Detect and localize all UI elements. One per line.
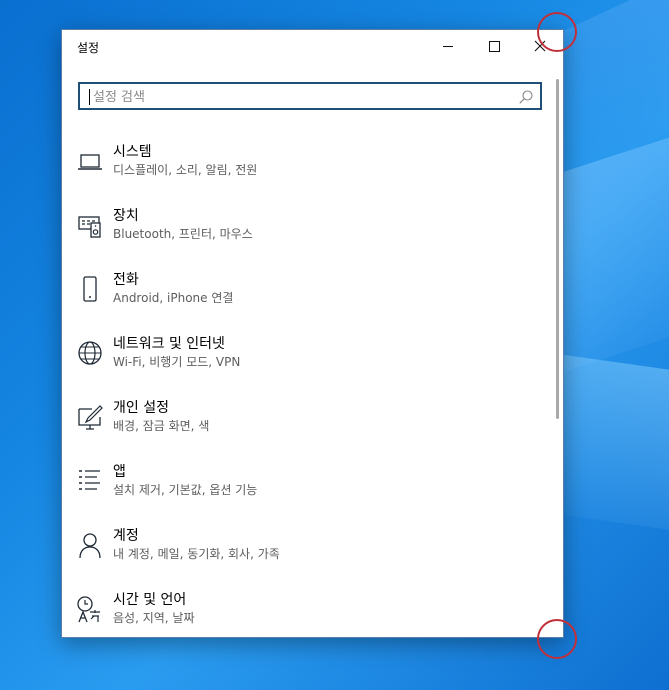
category-title: 장치 (113, 208, 139, 224)
apps-list-icon (79, 470, 100, 490)
category-title: 시간 및 언어 (113, 592, 187, 608)
scrollbar[interactable] (556, 79, 559, 419)
annotation-circle (537, 619, 577, 659)
annotation-circle (537, 12, 577, 52)
category-subtitle: Wi-Fi, 비행기 모드, VPN (113, 355, 241, 369)
category-apps[interactable]: 앱 설치 제거, 기본값, 옵션 기능 (62, 461, 552, 521)
text-caret (89, 89, 90, 105)
category-devices[interactable]: 장치 Bluetooth, 프린터, 마우스 (62, 205, 552, 265)
search-box[interactable] (78, 82, 542, 110)
paint-brush-icon (78, 405, 103, 430)
category-subtitle: 배경, 잠금 화면, 색 (113, 419, 210, 433)
category-network-internet[interactable]: 네트워크 및 인터넷 Wi-Fi, 비행기 모드, VPN (62, 333, 552, 393)
category-title: 앱 (113, 464, 126, 480)
category-system[interactable]: 시스템 디스플레이, 소리, 알림, 전원 (62, 141, 552, 201)
search-icon[interactable] (518, 89, 534, 105)
devices-icon (78, 216, 101, 238)
search-input[interactable] (91, 86, 505, 108)
phone-icon (83, 276, 97, 302)
window-title: 설정 (77, 41, 100, 55)
category-time-language[interactable]: 시간 및 언어 음성, 지역, 날짜 (62, 589, 552, 637)
settings-window: 설정 시스템 디스플레이, 소리, 알림, 전원 (61, 29, 564, 638)
title-bar[interactable]: 설정 (62, 30, 563, 62)
time-language-icon (77, 596, 100, 623)
category-subtitle: Bluetooth, 프린터, 마우스 (113, 227, 253, 241)
category-personalization[interactable]: 개인 설정 배경, 잠금 화면, 색 (62, 397, 552, 457)
category-subtitle: 설치 제거, 기본값, 옵션 기능 (113, 483, 258, 497)
category-title: 계정 (113, 528, 139, 544)
category-subtitle: 음성, 지역, 날짜 (113, 611, 195, 625)
laptop-icon (78, 154, 102, 170)
category-accounts[interactable]: 계정 내 계정, 메일, 동기화, 회사, 가족 (62, 525, 552, 585)
category-phone[interactable]: 전화 Android, iPhone 연결 (62, 269, 552, 329)
minimize-button[interactable] (425, 30, 471, 62)
minimize-icon (443, 45, 453, 47)
category-title: 시스템 (113, 144, 152, 160)
category-title: 네트워크 및 인터넷 (113, 336, 225, 352)
category-subtitle: Android, iPhone 연결 (113, 291, 234, 305)
category-title: 개인 설정 (113, 400, 169, 416)
category-title: 전화 (113, 272, 139, 288)
category-subtitle: 디스플레이, 소리, 알림, 전원 (113, 163, 258, 177)
globe-icon (78, 341, 102, 365)
person-icon (79, 533, 101, 559)
category-subtitle: 내 계정, 메일, 동기화, 회사, 가족 (113, 547, 280, 561)
maximize-button[interactable] (471, 30, 517, 62)
maximize-icon (488, 40, 500, 52)
